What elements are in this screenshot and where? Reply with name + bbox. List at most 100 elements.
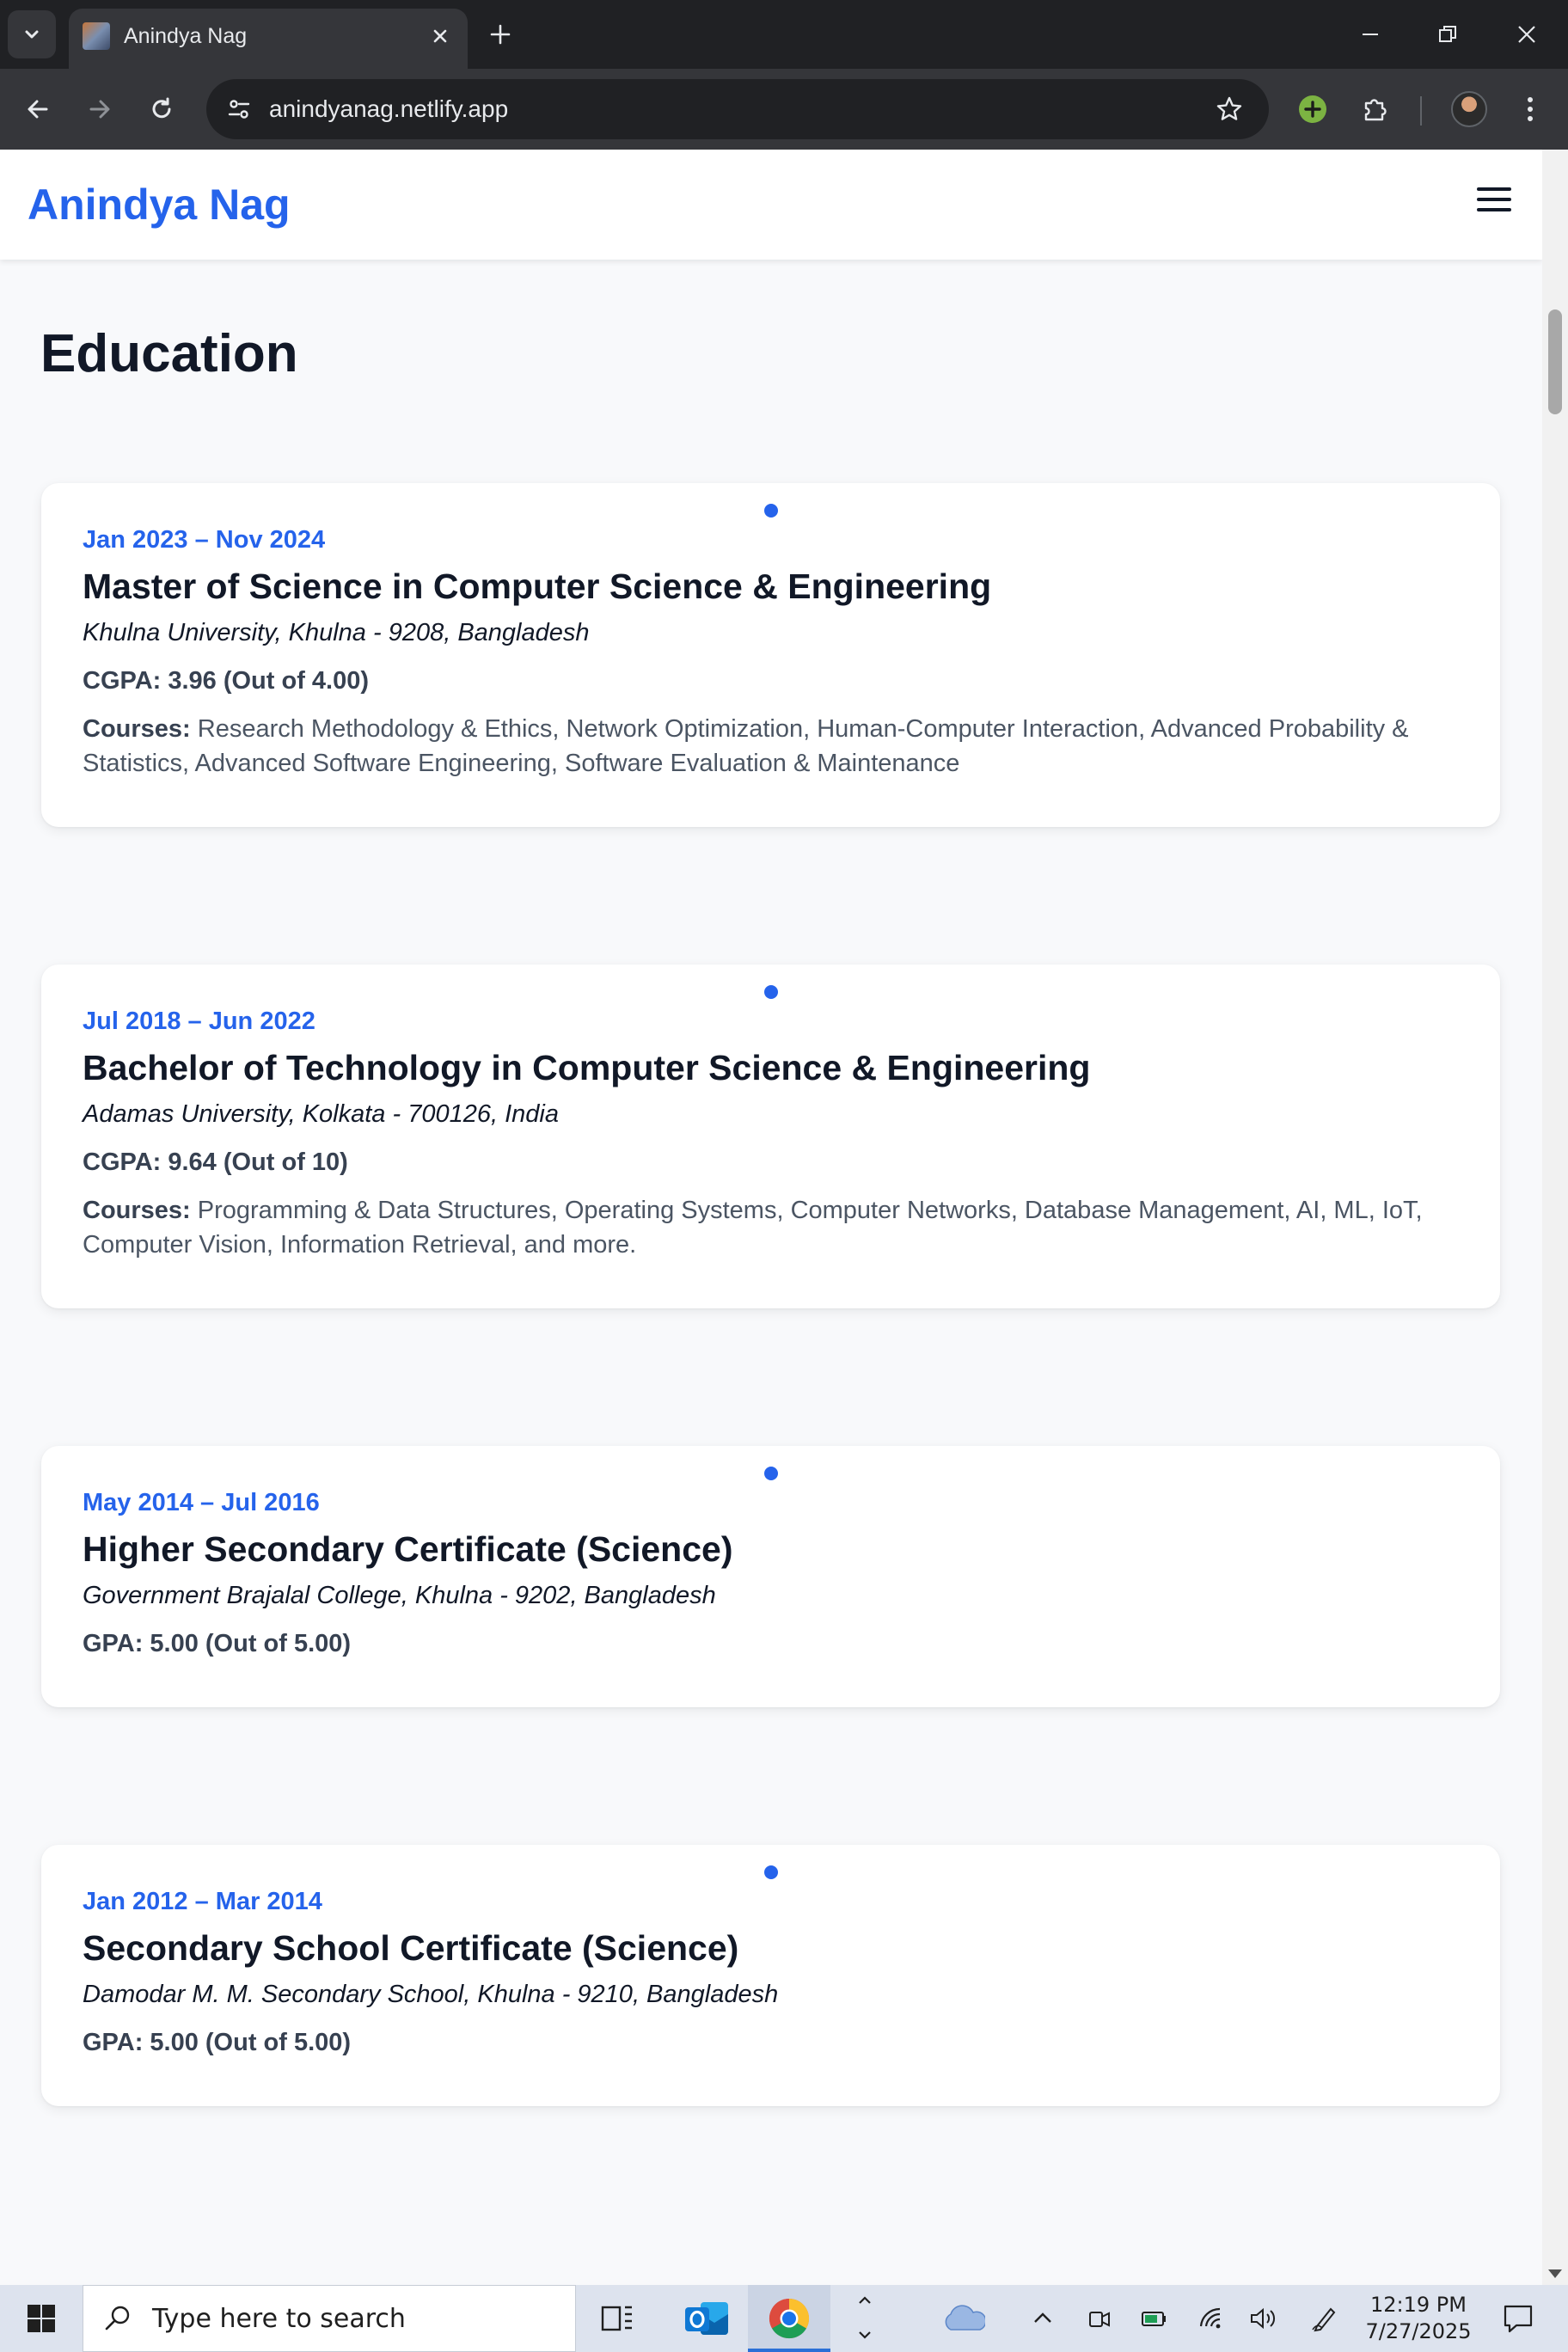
education-card: Jan 2012 – Mar 2014 Secondary School Cer… — [41, 1845, 1500, 2106]
outlook-taskbar-button[interactable] — [665, 2285, 748, 2352]
meet-now-icon[interactable] — [1081, 2300, 1118, 2337]
site-info-button[interactable] — [218, 89, 260, 130]
plus-icon — [490, 24, 511, 45]
minimize-icon — [1363, 34, 1378, 35]
education-card: May 2014 – Jul 2016 Higher Secondary Cer… — [41, 1446, 1500, 1707]
education-date: Jan 2012 – Mar 2014 — [83, 1888, 322, 1915]
section-title: Education — [40, 324, 298, 383]
start-button[interactable] — [0, 2285, 83, 2352]
education-school: Government Brajalal College, Khulna - 92… — [83, 1582, 716, 1609]
close-icon — [1518, 26, 1535, 43]
address-bar[interactable]: anindyanag.netlify.app — [206, 79, 1269, 139]
education-degree: Higher Secondary Certificate (Science) — [83, 1529, 733, 1569]
education-school: Adamas University, Kolkata - 700126, Ind… — [83, 1100, 559, 1128]
tab-title: Anindya Nag — [124, 24, 248, 48]
new-tab-button[interactable] — [481, 15, 519, 53]
taskbar-clock[interactable]: 12:19 PM 7/27/2025 — [1350, 2292, 1487, 2345]
add-extension-icon — [1299, 95, 1326, 123]
education-date: Jan 2023 – Nov 2024 — [83, 526, 326, 554]
volume-icon[interactable] — [1245, 2300, 1281, 2337]
scroll-down-arrow-icon[interactable] — [1548, 2269, 1562, 2278]
clock-date: 7/27/2025 — [1365, 2319, 1472, 2343]
education-grade: CGPA: 9.64 (Out of 10) — [83, 1148, 348, 1176]
wifi-icon[interactable] — [1193, 2300, 1229, 2337]
tab-close-button[interactable] — [426, 22, 454, 50]
brand-logo-link[interactable]: Anindya Nag — [28, 179, 291, 230]
extensions-button[interactable] — [1355, 89, 1396, 130]
kebab-menu-icon — [1528, 97, 1533, 121]
reload-icon — [152, 97, 171, 119]
outlook-icon — [685, 2302, 728, 2335]
pen-icon[interactable] — [1307, 2300, 1343, 2337]
education-grade: CGPA: 3.96 (Out of 4.00) — [83, 667, 370, 695]
arrow-left-icon — [28, 100, 48, 119]
notification-icon — [1504, 2305, 1533, 2333]
browser-menu-button[interactable] — [1510, 89, 1551, 130]
arrow-right-icon — [89, 100, 110, 119]
show-hidden-icons-button[interactable] — [1025, 2300, 1061, 2337]
courses-list: Research Methodology & Ethics, Network O… — [83, 715, 1409, 777]
scrollbar-thumb[interactable] — [1548, 309, 1562, 414]
browser-tabstrip: Anindya Nag — [0, 0, 1568, 69]
browser-toolbar: anindyanag.netlify.app — [0, 69, 1568, 150]
back-button[interactable] — [17, 89, 58, 130]
chrome-icon — [769, 2298, 810, 2339]
task-view-button[interactable] — [576, 2285, 658, 2352]
chevron-up-down-icon — [859, 2296, 871, 2339]
restore-icon — [1439, 26, 1456, 42]
page-scrollbar[interactable] — [1542, 150, 1568, 2285]
battery-icon[interactable] — [1136, 2300, 1173, 2337]
timeline-dot — [764, 1467, 778, 1480]
extension-button[interactable] — [1292, 89, 1333, 130]
courses-label: Courses: — [83, 1197, 191, 1224]
timeline-dot — [764, 985, 778, 999]
window-restore-button[interactable] — [1417, 9, 1479, 60]
taskbar-search-box[interactable]: Type here to search — [83, 2285, 576, 2352]
search-icon — [101, 2301, 135, 2336]
education-courses: Courses: Research Methodology & Ethics, … — [83, 712, 1467, 781]
windows-logo-icon — [28, 2305, 55, 2332]
education-card: Jan 2023 – Nov 2024 Master of Science in… — [41, 483, 1500, 827]
reload-button[interactable] — [141, 89, 182, 130]
close-icon — [433, 29, 447, 43]
url-text: anindyanag.netlify.app — [269, 95, 509, 122]
education-school: Damodar M. M. Secondary School, Khulna -… — [83, 1981, 779, 2008]
window-minimize-button[interactable] — [1339, 9, 1401, 60]
notifications-button[interactable] — [1492, 2297, 1544, 2340]
puzzle-icon — [1364, 99, 1387, 121]
taskbar-overflow-button[interactable] — [830, 2285, 899, 2352]
bookmark-button[interactable] — [1209, 89, 1250, 130]
education-date: May 2014 – Jul 2016 — [83, 1489, 320, 1516]
hamburger-icon-bar — [1477, 198, 1511, 201]
hamburger-icon — [1477, 187, 1511, 191]
forward-button[interactable] — [79, 89, 120, 130]
profile-avatar[interactable] — [1451, 91, 1487, 127]
chevron-down-icon — [25, 30, 39, 39]
education-degree: Master of Science in Computer Science & … — [83, 567, 992, 606]
education-courses: Courses: Programming & Data Structures, … — [83, 1193, 1467, 1262]
education-grade: GPA: 5.00 (Out of 5.00) — [83, 2029, 352, 2056]
search-placeholder: Type here to search — [152, 2304, 406, 2334]
chevron-up-icon — [1034, 2312, 1051, 2323]
hamburger-icon-bar — [1477, 208, 1511, 211]
courses-label: Courses: — [83, 715, 191, 743]
toolbar-divider — [1420, 96, 1422, 126]
onedrive-icon[interactable] — [940, 2300, 985, 2337]
education-school: Khulna University, Khulna - 9208, Bangla… — [83, 619, 590, 646]
page-viewport: Anindya Nag Education Jan 2023 – Nov 202… — [0, 150, 1542, 2285]
courses-list: Programming & Data Structures, Operating… — [83, 1197, 1423, 1259]
site-header: Anindya Nag — [0, 150, 1542, 260]
education-degree: Secondary School Certificate (Science) — [83, 1928, 739, 1968]
chrome-taskbar-button[interactable] — [748, 2285, 830, 2352]
task-view-icon — [601, 2306, 632, 2331]
education-card: Jul 2018 – Jun 2022 Bachelor of Technolo… — [41, 965, 1500, 1308]
windows-taskbar: Type here to search 12:19 PM 7/27/2025 — [0, 2285, 1568, 2352]
browser-tab-active[interactable]: Anindya Nag — [69, 9, 468, 69]
timeline-dot — [764, 504, 778, 518]
timeline-dot — [764, 1865, 778, 1879]
tab-search-button[interactable] — [8, 10, 56, 58]
tune-icon — [228, 100, 250, 119]
education-grade: GPA: 5.00 (Out of 5.00) — [83, 1630, 352, 1657]
window-close-button[interactable] — [1496, 9, 1558, 60]
nav-menu-button[interactable] — [1475, 184, 1513, 215]
